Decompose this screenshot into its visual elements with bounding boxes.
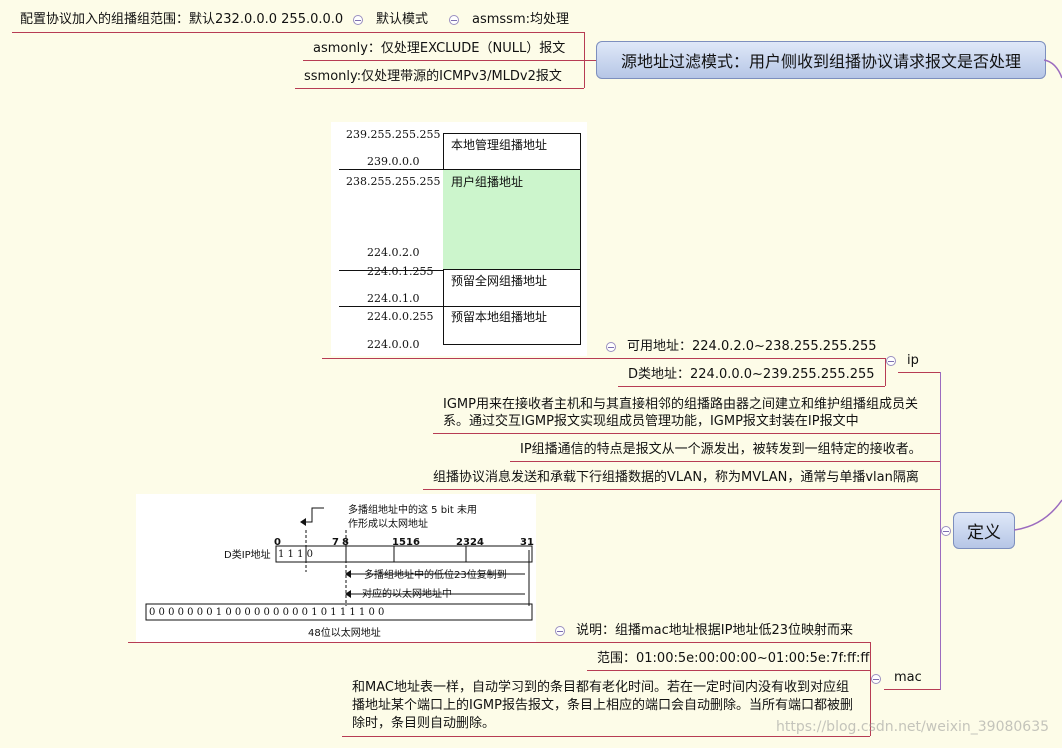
branch-line	[303, 60, 584, 61]
collapse-toggle[interactable]	[449, 15, 459, 25]
asmssm-node[interactable]: asmssm:均处理	[472, 11, 569, 29]
segment-local-admin: 本地管理组播地址	[451, 138, 548, 152]
multicast-feature-node[interactable]: IP组播通信的特点是报文从一个源发出，被转发到一组特定的接收者。	[520, 441, 922, 459]
collapse-toggle[interactable]	[353, 15, 363, 25]
class-d-node[interactable]: D类地址：224.0.0.0~239.255.255.255	[628, 366, 875, 384]
ssmonly-node[interactable]: ssmonly:仅处理带源的ICMPv3/MLDv2报文	[304, 68, 562, 86]
branch-line	[898, 372, 940, 373]
source-filter-topic[interactable]: 源地址过滤模式：用户侧收到组播协议请求报文是否处理	[596, 41, 1046, 79]
bit-index: 8	[342, 537, 349, 548]
addr-label: 224.0.2.0	[367, 246, 420, 259]
collapse-toggle[interactable]	[886, 356, 896, 366]
bit-index: 7	[332, 537, 339, 548]
addr-label: 224.0.1.0	[367, 292, 420, 305]
mac-node[interactable]: mac	[894, 669, 922, 687]
watermark: https://blog.csdn.net/weixin_39080635	[776, 719, 1050, 735]
bit-index: 15	[392, 537, 406, 548]
aging-line1: 和MAC地址表一样，自动学习到的条目都有老化时间。若在一定时间内没有收到对应组	[352, 680, 849, 695]
bit-index: 16	[406, 537, 420, 548]
igmp-desc-line1: IGMP用来在接收者主机和与其直接相邻的组播路由器之间建立和维护组播组成员关	[443, 397, 918, 412]
ip-node[interactable]: ip	[907, 352, 919, 370]
topic-connector	[1014, 499, 1062, 531]
addr-label: 224.0.1.255	[367, 265, 434, 278]
mac-diagram-caption: 48位以太网地址	[308, 628, 381, 639]
addr-label: 238.255.255.255	[346, 175, 441, 188]
collapse-toggle[interactable]	[555, 626, 565, 636]
branch-line	[433, 433, 940, 434]
bit-index: 24	[470, 537, 484, 548]
collapse-toggle[interactable]	[871, 674, 881, 684]
bit-index: 31	[520, 537, 534, 548]
addr-label: 239.0.0.0	[367, 155, 420, 168]
class-d-ip-label: D类IP地址	[224, 550, 271, 561]
default-mode-label: 默认模式	[376, 12, 429, 27]
topic-connector	[1044, 59, 1062, 79]
branch-line	[423, 489, 940, 490]
ip-prefix-bits: 1 1 1 0	[278, 549, 313, 560]
usable-address-node[interactable]: 可用地址：224.0.2.0~238.255.255.255	[627, 338, 877, 356]
addr-label: 239.255.255.255	[346, 128, 441, 141]
branch-line	[295, 88, 584, 89]
branch-line	[128, 642, 870, 643]
collapse-toggle[interactable]	[941, 526, 951, 536]
segment-user: 用户组播地址	[451, 175, 524, 189]
branch-line	[342, 736, 870, 737]
branch-line	[510, 461, 940, 462]
igmp-desc-line2: 系。通过交互IGMP报文实现组成员管理功能，IGMP报文封装在IP报文中	[443, 414, 859, 429]
mac-mapping-diagram: 多播组地址中的这 5 bit 未用 作形成以太网地址 0 7 8 15 16 2…	[136, 494, 536, 642]
branch-line	[884, 689, 940, 690]
addr-label: 224.0.0.0	[367, 338, 420, 351]
branch-line	[584, 60, 596, 61]
collapse-toggle[interactable]	[606, 342, 616, 352]
mvlan-node[interactable]: 组播协议消息发送和承载下行组播数据的VLAN，称为MVLAN，通常与单播vlan…	[433, 469, 919, 487]
mac-explain-node[interactable]: 说明：组播mac地址根据IP地址低23位映射而来	[576, 622, 853, 640]
aging-line3: 除时，条目则自动删除。	[352, 716, 496, 731]
bit-index: 23	[456, 537, 470, 548]
addr-label: 224.0.0.255	[367, 310, 434, 323]
asmonly-node[interactable]: asmonly：仅处理EXCLUDE（NULL）报文	[313, 40, 565, 58]
segment-reserved-local: 预留本地组播地址	[451, 310, 548, 324]
branch-line	[322, 358, 885, 359]
branch-line	[12, 32, 584, 33]
segment-reserved-global: 预留全网组播地址	[451, 274, 548, 288]
address-range-diagram: 239.255.255.255 239.0.0.0 238.255.255.25…	[331, 122, 587, 356]
group-range-text: 配置协议加入的组播组范围：默认232.0.0.0 255.0.0.0	[20, 12, 344, 27]
branch-line	[587, 670, 870, 671]
mac-range-node[interactable]: 范围：01:00:5e:00:00:00~01:00:5e:7f:ff:ff	[597, 650, 869, 668]
copy-note: 多播组地址中的低位23位复制到	[364, 570, 507, 581]
definition-topic[interactable]: 定义	[953, 512, 1015, 549]
aging-line2: 播地址某个端口上的IGMP报告报文，条目上相应的端口会自动删除。当所有端口都被删	[352, 698, 853, 713]
copy-note: 对应的以太网地址中	[362, 589, 452, 600]
unused-bits-note: 作形成以太网地址	[348, 519, 428, 530]
branch-line	[618, 386, 885, 387]
mac-prefix-bits: 0 0 0 0 0 0 0 1 0 0 0 0 0 0 0 0 0 1 0 1 …	[149, 607, 385, 618]
